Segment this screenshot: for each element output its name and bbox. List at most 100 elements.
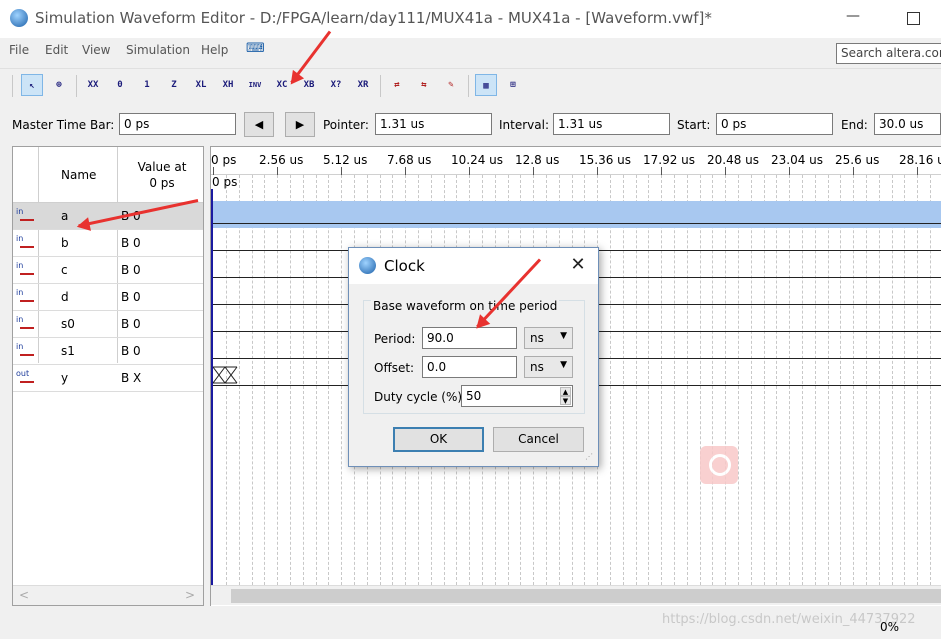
fit-icon[interactable]: ⊞	[502, 74, 524, 96]
signal-row-a[interactable]: in a B 0	[13, 203, 203, 230]
feedback-icon[interactable]: ⌨	[246, 41, 265, 56]
waveform-scroll-thumb[interactable]	[231, 589, 941, 603]
value-column-header: Value at 0 ps	[125, 159, 199, 191]
clock-dialog: Clock ✕ Base waveform on time period Per…	[348, 247, 599, 467]
next-transition-button[interactable]: ▶	[285, 112, 315, 137]
signal-row-s1[interactable]: in s1 B 0	[13, 338, 203, 365]
signal-row-b[interactable]: in b B 0	[13, 230, 203, 257]
search-input[interactable]: Search altera.com	[836, 43, 941, 64]
group-label: Base waveform on time period	[371, 299, 560, 313]
ruler-tick-label: 20.48 us	[707, 153, 760, 167]
spin-up-icon[interactable]: ▲	[560, 387, 571, 396]
arbitrary-value-icon[interactable]: X?	[325, 74, 347, 96]
show-grid-icon[interactable]: ▦	[475, 74, 497, 96]
time-cursor[interactable]	[211, 189, 213, 585]
pointer-field[interactable]: 1.31 us	[375, 113, 492, 135]
ruler-tick-mark	[597, 167, 598, 175]
magnifier-icon[interactable]	[700, 446, 738, 484]
maximize-button[interactable]	[898, 8, 928, 30]
ruler-tick-mark	[469, 167, 470, 175]
snap-grid-icon[interactable]: ⇄	[386, 74, 408, 96]
signal-list-header: Name Value at 0 ps	[13, 147, 203, 203]
signal-row-d[interactable]: in d B 0	[13, 284, 203, 311]
offset-unit-select[interactable]: ns ▼	[524, 356, 573, 378]
toolbar-separator	[12, 75, 13, 97]
close-icon[interactable]: ✕	[567, 254, 589, 276]
progress-percent: 0%	[880, 620, 900, 634]
interval-label: Interval:	[499, 118, 549, 132]
weak-low-icon[interactable]: XL	[190, 74, 212, 96]
scroll-right-icon[interactable]: >	[185, 588, 195, 602]
reorder-icon[interactable]: ⇆	[413, 74, 435, 96]
signal-row-y[interactable]: out y B X	[13, 365, 203, 392]
menu-file[interactable]: File	[9, 43, 29, 57]
menu-view[interactable]: View	[82, 43, 110, 57]
input-pin-icon: in	[16, 207, 36, 225]
unknown-value-icon[interactable]: XX	[82, 74, 104, 96]
menu-edit[interactable]: Edit	[45, 43, 68, 57]
force-low-icon[interactable]: 0	[109, 74, 131, 96]
invert-icon[interactable]: INV	[244, 74, 266, 96]
ruler-tick-mark	[277, 167, 278, 175]
zoom-icon[interactable]: ⊕	[48, 74, 70, 96]
ruler-tick-mark	[213, 167, 214, 175]
signal-name: c	[61, 263, 68, 277]
select-pointer-icon[interactable]: ↖	[21, 74, 43, 96]
toolbar-separator	[76, 75, 77, 97]
previous-transition-button[interactable]: ◀	[244, 112, 274, 137]
resize-grip-icon[interactable]: ⋰	[585, 452, 595, 462]
toolbar-separator	[380, 75, 381, 97]
signal-name: b	[61, 236, 69, 250]
menu-help[interactable]: Help	[201, 43, 228, 57]
cancel-button[interactable]: Cancel	[493, 427, 584, 452]
menu-bar: File Edit View Simulation Help ⌨	[0, 38, 941, 64]
force-high-icon[interactable]: 1	[136, 74, 158, 96]
ruler-tick-mark	[341, 167, 342, 175]
quartus-app-icon	[10, 9, 28, 27]
offset-field[interactable]: 0.0	[422, 356, 517, 378]
waveform-scrollbar[interactable]	[211, 585, 941, 605]
random-value-icon[interactable]: XR	[352, 74, 374, 96]
input-pin-icon: in	[16, 234, 36, 252]
cursor-time-label: 0 ps	[212, 175, 238, 189]
ruler-tick-mark	[853, 167, 854, 175]
spin-down-icon[interactable]: ▼	[560, 396, 571, 405]
signal-value: B 0	[121, 236, 141, 250]
master-time-bar-label: Master Time Bar:	[12, 118, 115, 132]
ruler-tick-label: 7.68 us	[387, 153, 432, 167]
ruler-tick-mark	[725, 167, 726, 175]
period-unit-value: ns	[530, 331, 544, 345]
ruler-tick-mark	[533, 167, 534, 175]
start-field[interactable]: 0 ps	[716, 113, 833, 135]
chevron-down-icon: ▼	[560, 331, 567, 341]
chevron-down-icon: ▼	[560, 360, 567, 370]
output-pin-icon: out	[16, 369, 36, 387]
menu-simulation[interactable]: Simulation	[126, 43, 190, 57]
master-time-bar-field[interactable]: 0 ps	[119, 113, 236, 135]
signal-list-scrollbar[interactable]: < >	[13, 585, 203, 605]
duty-cycle-spinbox[interactable]: 50 ▲ ▼	[461, 385, 573, 407]
value-header-line1: Value at	[137, 160, 187, 174]
waveform-a[interactable]	[213, 201, 941, 228]
quartus-app-icon	[359, 257, 376, 274]
ok-button[interactable]: OK	[393, 427, 484, 452]
weak-high-icon[interactable]: XH	[217, 74, 239, 96]
edit-icon[interactable]: ✎	[440, 74, 462, 96]
period-field[interactable]: 90.0	[422, 327, 517, 349]
interval-field[interactable]: 1.31 us	[553, 113, 670, 135]
signal-row-c[interactable]: in c B 0	[13, 257, 203, 284]
ruler-tick-label: 5.12 us	[323, 153, 368, 167]
signal-row-s0[interactable]: in s0 B 0	[13, 311, 203, 338]
period-unit-select[interactable]: ns ▼	[524, 327, 573, 349]
end-field[interactable]: 30.0 us	[874, 113, 941, 135]
ruler-tick-label: 2.56 us	[259, 153, 304, 167]
ruler-tick-label: 17.92 us	[643, 153, 696, 167]
scroll-left-icon[interactable]: <	[19, 588, 29, 602]
name-column-header: Name	[61, 168, 97, 182]
ruler-tick-label: 10.24 us	[451, 153, 504, 167]
ruler-tick-label: 12.8 us	[515, 153, 560, 167]
high-impedance-icon[interactable]: Z	[163, 74, 185, 96]
ruler-tick-label: 28.16 us	[899, 153, 941, 167]
input-pin-icon: in	[16, 261, 36, 279]
minimize-button[interactable]: —	[838, 8, 868, 30]
